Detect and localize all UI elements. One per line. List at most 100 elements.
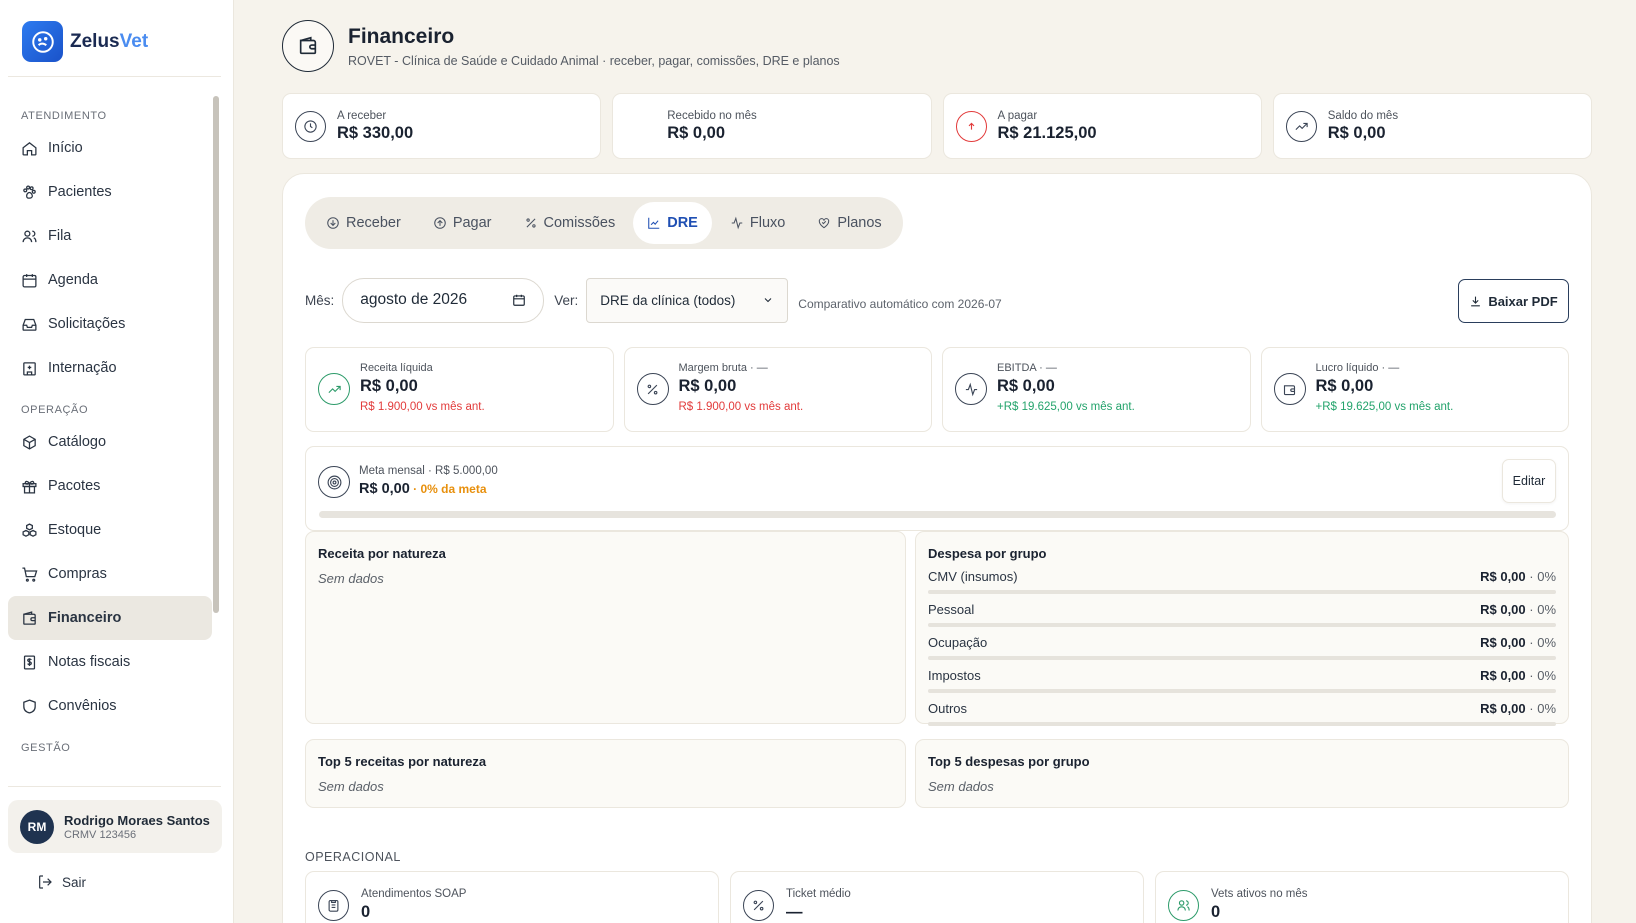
kpi-row: A receber R$ 330,00 Recebido no mês R$ 0,0… <box>282 93 1592 159</box>
arrow-up-circle-icon <box>434 217 446 229</box>
sidebar: ZelusVet ATENDIMENTO Início Pacientes Fi… <box>0 0 234 923</box>
metric-value: R$ 0,00 <box>678 377 737 395</box>
metric-lucro-liquido: Lucro líquido · — R$ 0,00 +R$ 19.625,00 vs… <box>1260 347 1569 432</box>
kpi-label: A pagar <box>997 109 1038 122</box>
tab-planos[interactable]: Planos <box>803 202 895 244</box>
sidebar-item-fila[interactable]: Fila <box>8 214 212 258</box>
goal-progress-bar <box>319 511 1556 518</box>
goal-label: Meta mensal · R$ 5.000,00 <box>359 465 498 477</box>
gift-icon <box>22 480 37 494</box>
hospital-icon <box>23 361 36 376</box>
kpi-label: Recebido no mês <box>667 109 757 122</box>
goal-percent: · 0% da meta <box>409 482 487 496</box>
blank-icon <box>625 111 656 142</box>
kpi-a-receber: A receber R$ 330,00 <box>282 93 602 159</box>
tab-dre[interactable]: DRE <box>633 202 712 244</box>
group-name: CMV (insumos) <box>928 569 1018 584</box>
sidebar-item-pacientes[interactable]: Pacientes <box>8 170 212 214</box>
sidebar-item-catalogo[interactable]: Catálogo <box>8 420 212 464</box>
kpi-value: R$ 330,00 <box>337 123 414 142</box>
tab-receber[interactable]: Receber <box>312 202 415 244</box>
metric-value: R$ 0,00 <box>360 377 418 395</box>
metric-label: Lucro líquido · — <box>1315 362 1400 374</box>
sidebar-item-inicio[interactable]: Início <box>8 126 212 170</box>
clock-icon <box>295 110 326 142</box>
sidebar-item-pacotes[interactable]: Pacotes <box>8 464 212 508</box>
nav-section-atendimento: ATENDIMENTO <box>21 110 107 122</box>
group-value: R$ 0,00 · 0% <box>1480 569 1556 584</box>
expense-group-row: Pessoal R$ 0,00 · 0% <box>928 602 1556 627</box>
sidebar-item-internacao[interactable]: Internação <box>8 346 212 390</box>
nav-section-gestao: GESTÃO <box>21 742 71 754</box>
metric-label: Receita líquida <box>360 362 433 374</box>
tab-label: Receber <box>346 215 401 231</box>
user-crmv: CRMV 123456 <box>64 828 137 841</box>
tab-label: Comissões <box>543 215 616 231</box>
logout-icon <box>39 875 52 889</box>
sidebar-item-label: Financeiro <box>48 610 122 626</box>
metric-receita-liquida: Receita líquida R$ 0,00 R$ 1.900,00 vs mês… <box>305 347 614 432</box>
group-bar <box>928 722 1556 726</box>
chevron-down-icon <box>764 298 772 303</box>
operational-row: Atendimentos SOAP 0 Ticket médio — Vets at… <box>305 871 1569 923</box>
activity-icon <box>731 216 743 230</box>
sidebar-item-convenios[interactable]: Convênios <box>8 684 212 728</box>
op-label: Vets ativos no mês <box>1211 888 1308 900</box>
logout-button[interactable]: Sair <box>37 874 86 890</box>
group-bar <box>928 689 1556 693</box>
edit-goal-button[interactable]: Editar <box>1502 459 1556 503</box>
download-pdf-label: Baixar PDF <box>1488 293 1558 309</box>
download-icon <box>1471 296 1481 306</box>
top-expense-card: Top 5 despesas por grupo Sem dados <box>915 739 1569 808</box>
sidebar-item-notas-fiscais[interactable]: Notas fiscais <box>8 640 212 684</box>
sidebar-item-financeiro[interactable]: Financeiro <box>8 596 212 640</box>
expense-group-row: Outros R$ 0,00 · 0% <box>928 701 1556 726</box>
sidebar-nav: ATENDIMENTO Início Pacientes Fila Agenda… <box>8 96 212 766</box>
cart-icon <box>22 566 38 582</box>
dre-metrics-row: Receita líquida R$ 0,00 R$ 1.900,00 vs mês… <box>305 347 1569 432</box>
page-subtitle: ROVET - Clínica de Saúde e Cuidado Anima… <box>348 53 840 68</box>
op-value: 0 <box>1211 903 1221 921</box>
op-label: Atendimentos SOAP <box>361 888 467 900</box>
expense-group-row: Ocupação R$ 0,00 · 0% <box>928 635 1556 660</box>
user-card[interactable]: RM Rodrigo Moraes Santos CRMV 123456 <box>8 800 222 853</box>
sidebar-item-compras[interactable]: Compras <box>8 552 212 596</box>
goal-value: R$ 0,00 · 0% da meta <box>359 481 487 497</box>
sidebar-item-solicitacoes[interactable]: Solicitações <box>8 302 212 346</box>
empty-state: Sem dados <box>318 571 384 586</box>
tab-pagar[interactable]: Pagar <box>419 202 506 244</box>
download-pdf-button[interactable]: Baixar PDF <box>1458 279 1569 323</box>
group-value: R$ 0,00 · 0% <box>1480 602 1556 617</box>
month-picker[interactable]: agosto de 2026 <box>342 277 545 323</box>
calendar-icon <box>22 273 37 288</box>
brand-logo[interactable]: ZelusVet <box>22 21 148 62</box>
sidebar-item-agenda[interactable]: Agenda <box>8 258 212 302</box>
op-ticket-medio: Ticket médio — <box>730 871 1144 923</box>
arrow-down-circle-icon <box>327 217 339 229</box>
finance-panel: Receber Pagar Comissões DRE Fluxo Planos <box>282 173 1592 923</box>
sidebar-item-label: Internação <box>48 360 117 376</box>
month-label: Mês: <box>305 292 335 308</box>
op-atendimentos-soap: Atendimentos SOAP 0 <box>305 871 719 923</box>
sidebar-scrollbar[interactable] <box>213 96 219 613</box>
op-vets-ativos: Vets ativos no mês 0 <box>1155 871 1569 923</box>
kpi-value: R$ 21.125,00 <box>997 123 1097 142</box>
shield-icon <box>23 698 36 714</box>
metric-delta: +R$ 19.625,00 vs mês ant. <box>997 401 1135 413</box>
op-value: — <box>786 903 803 921</box>
group-value: R$ 0,00 · 0% <box>1480 635 1556 650</box>
tab-comissoes[interactable]: Comissões <box>510 202 630 244</box>
home-icon <box>22 141 37 156</box>
group-value: R$ 0,00 · 0% <box>1480 701 1556 716</box>
tab-label: Fluxo <box>749 215 786 231</box>
sidebar-item-label: Notas fiscais <box>48 654 131 670</box>
kpi-value: R$ 0,00 <box>1327 123 1386 142</box>
view-select[interactable]: DRE da clínica (todos) <box>586 277 789 323</box>
sidebar-item-estoque[interactable]: Estoque <box>8 508 212 552</box>
group-name: Outros <box>928 701 968 716</box>
tab-fluxo[interactable]: Fluxo <box>716 202 799 244</box>
group-bar <box>928 590 1556 594</box>
op-label: Ticket médio <box>786 888 851 900</box>
calendar-icon[interactable] <box>512 293 526 307</box>
trending-up-icon <box>318 373 350 405</box>
